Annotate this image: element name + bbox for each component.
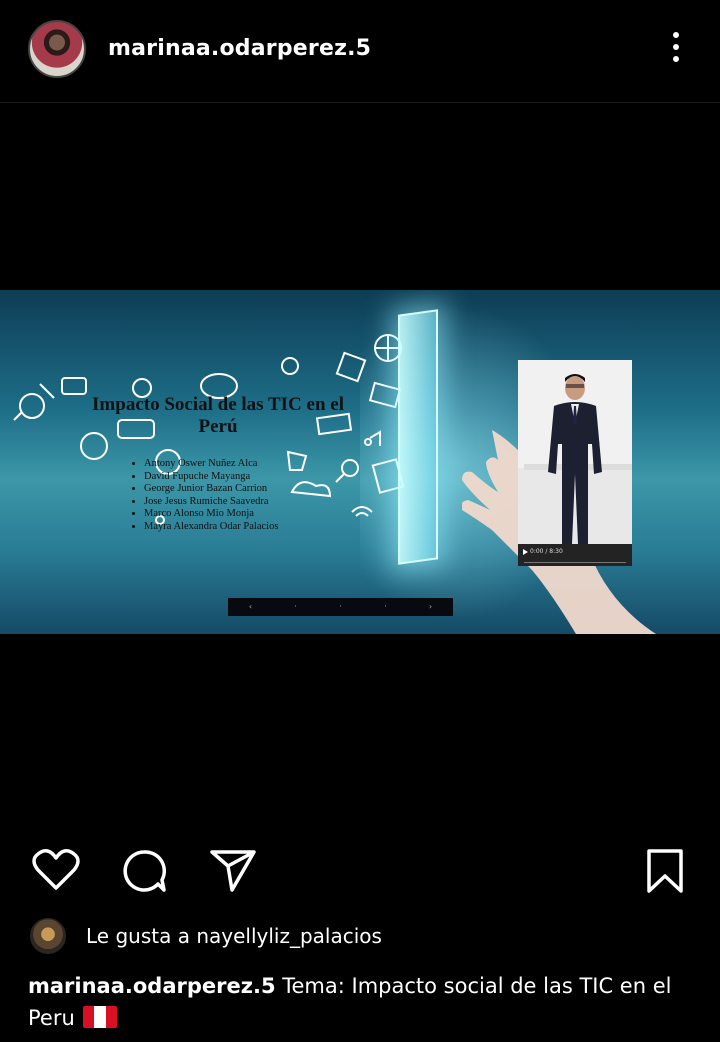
likes-text[interactable]: Le gusta a nayellyliz_palacios	[86, 924, 382, 948]
heart-icon[interactable]	[32, 848, 80, 892]
member-item: George Junior Bazan Carrion	[144, 483, 278, 496]
members-list: Antony Oswer Nuñez Alca David Fupuche Ma…	[130, 458, 278, 533]
nav-segment[interactable]: ·	[318, 598, 363, 616]
video-time: 0:00 / 8:30	[530, 548, 563, 555]
nav-segment[interactable]: ‹	[228, 598, 273, 616]
presenter-figure	[548, 374, 602, 544]
avatar[interactable]	[30, 918, 66, 954]
avatar[interactable]	[28, 20, 86, 78]
video-controls[interactable]: 0:00 / 8:30	[518, 544, 632, 566]
glass-panel	[398, 309, 438, 565]
nav-segment[interactable]: ·	[273, 598, 318, 616]
post-media[interactable]: Impacto Social de las TIC en el Perú Ant…	[0, 290, 720, 634]
member-item: Antony Oswer Nuñez Alca	[144, 458, 278, 471]
nav-segment[interactable]: ·	[363, 598, 408, 616]
member-item: Marco Alonso Mio Monja	[144, 508, 278, 521]
nav-segment[interactable]: ›	[408, 598, 453, 616]
bookmark-icon[interactable]	[646, 848, 684, 894]
action-bar	[0, 840, 720, 900]
slide-nav-strip[interactable]: ‹ · · · ›	[228, 598, 453, 616]
comment-icon[interactable]	[120, 848, 168, 894]
post-header: marinaa.odarperez.5	[0, 0, 720, 103]
caption: marinaa.odarperez.5 Tema: Impacto social…	[28, 970, 696, 1034]
slide-title: Impacto Social de las TIC en el Perú	[92, 394, 344, 437]
video-progress[interactable]	[524, 562, 626, 563]
username[interactable]: marinaa.odarperez.5	[108, 36, 371, 61]
play-icon[interactable]	[523, 549, 528, 555]
member-item: Jose Jesus Rumiche Saavedra	[144, 496, 278, 509]
embedded-video[interactable]: 0:00 / 8:30	[518, 360, 632, 566]
member-item: David Fupuche Mayanga	[144, 471, 278, 484]
member-item: Mayra Alexandra Odar Palacios	[144, 521, 278, 534]
send-icon[interactable]	[208, 848, 258, 892]
more-vertical-icon[interactable]	[664, 32, 688, 68]
peru-flag-icon	[82, 1006, 117, 1028]
caption-username[interactable]: marinaa.odarperez.5	[28, 974, 276, 998]
